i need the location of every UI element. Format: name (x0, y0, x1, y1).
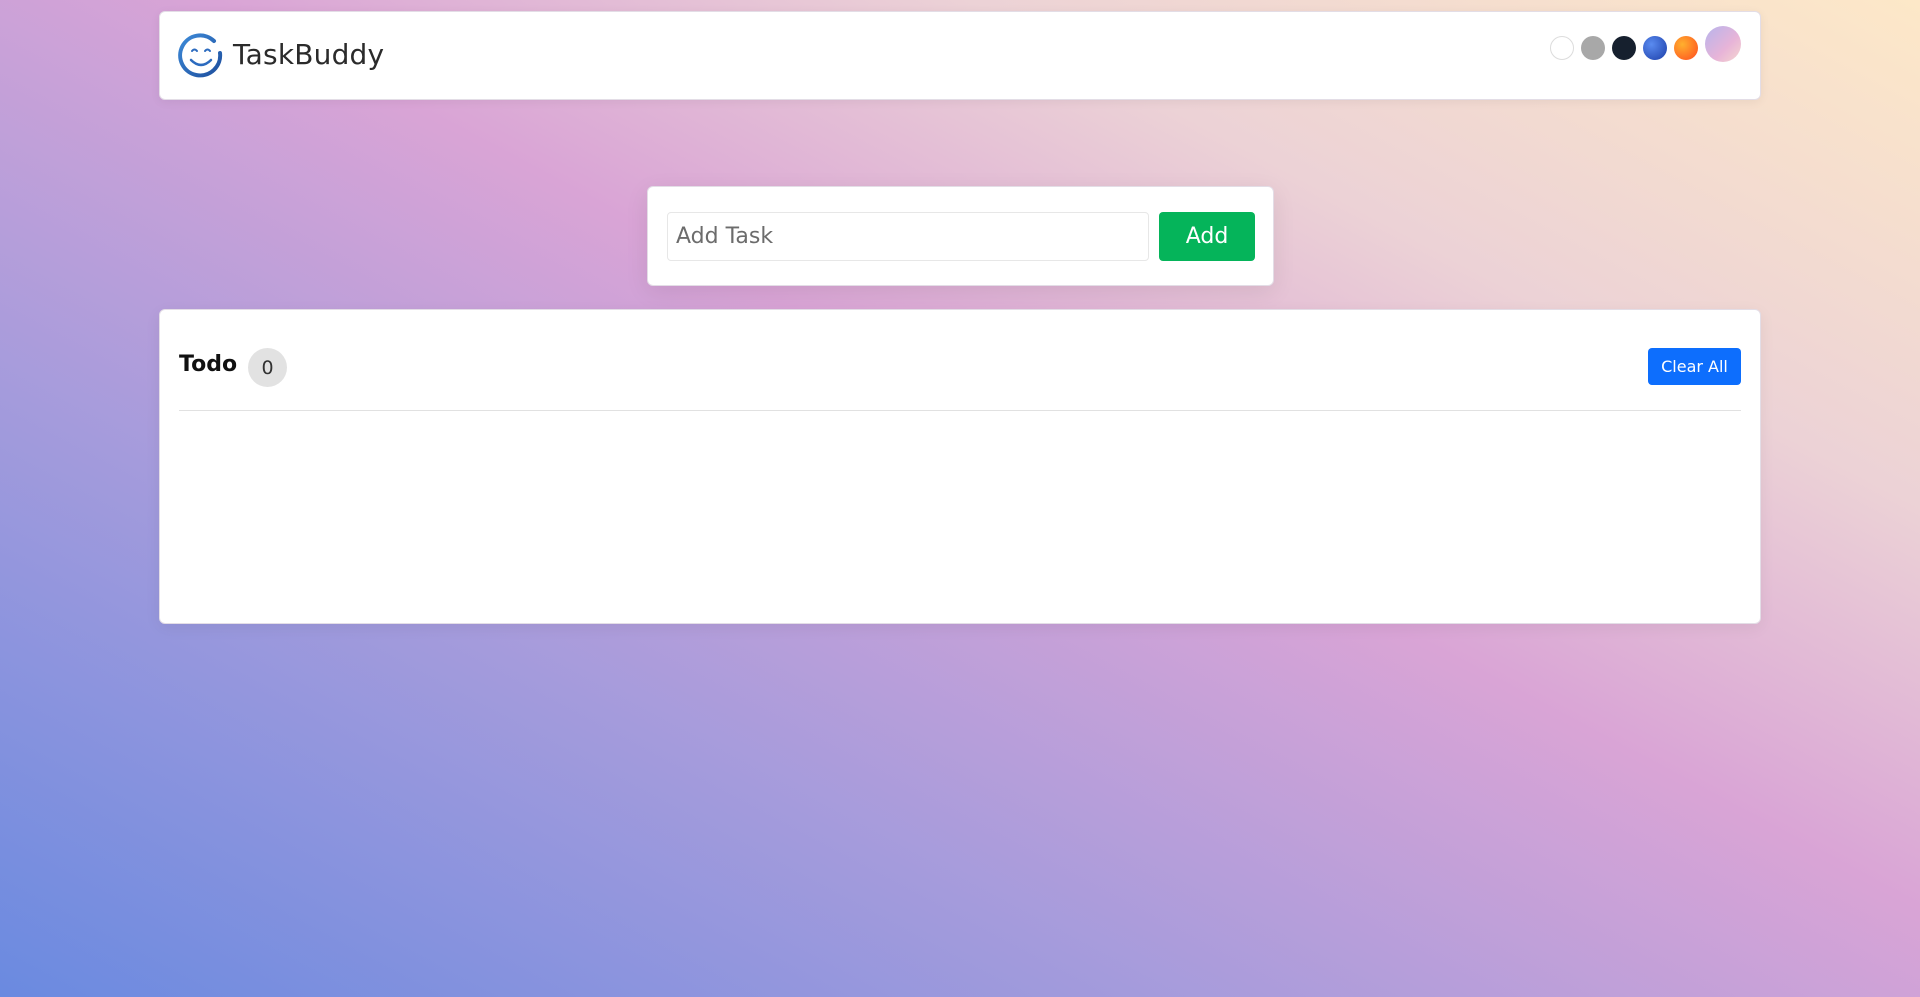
clear-all-button[interactable]: Clear All (1648, 348, 1741, 385)
add-task-button[interactable]: Add (1159, 212, 1255, 261)
theme-gradient-button[interactable] (1705, 26, 1741, 62)
theme-dark-button[interactable] (1612, 36, 1636, 60)
theme-orange-button[interactable] (1674, 36, 1698, 60)
todo-card: Todo 0 Clear All (159, 309, 1761, 624)
app-header: TaskBuddy (159, 11, 1761, 100)
add-task-input[interactable] (667, 212, 1149, 261)
theme-gray-button[interactable] (1581, 36, 1605, 60)
theme-white-button[interactable] (1550, 36, 1574, 60)
task-list (179, 420, 1741, 613)
todo-count-badge: 0 (248, 348, 287, 387)
smiley-logo-icon (178, 33, 223, 78)
divider (179, 410, 1741, 411)
todo-title: Todo (179, 352, 238, 377)
theme-blue-button[interactable] (1643, 36, 1667, 60)
brand-name: TaskBuddy (233, 38, 385, 71)
add-task-card: Add (647, 186, 1274, 286)
theme-switcher (1550, 26, 1741, 62)
